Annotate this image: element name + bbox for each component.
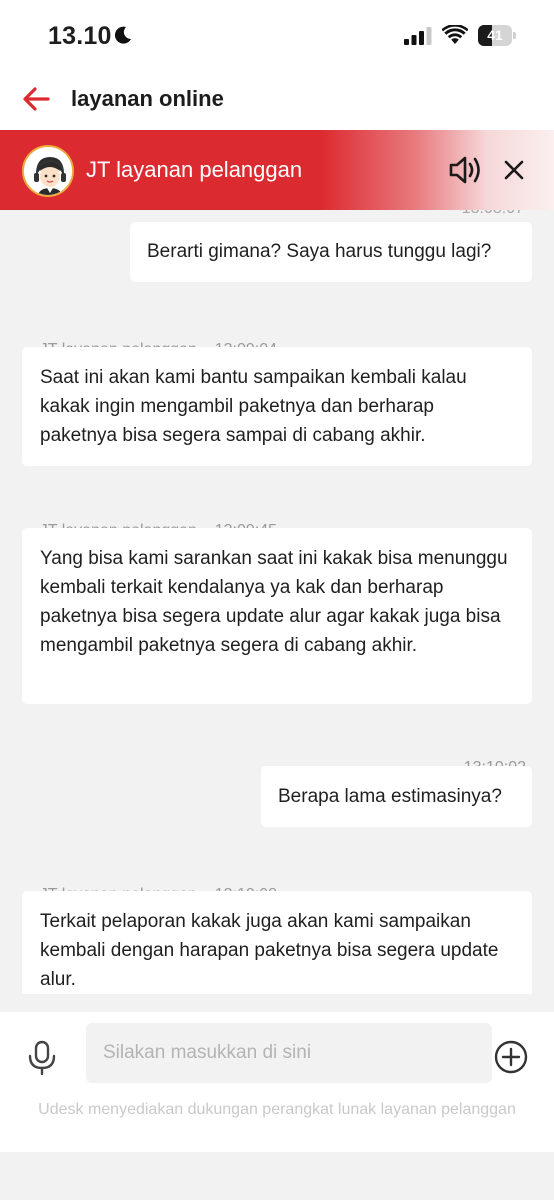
powered-by-note: Udesk menyediakan dukungan perangkat lun… bbox=[38, 1101, 516, 1118]
message-timestamp: 13:08:07 bbox=[462, 210, 524, 218]
speaker-icon[interactable] bbox=[448, 155, 484, 185]
battery-cap bbox=[513, 32, 516, 39]
battery-percent: 41 bbox=[487, 27, 503, 43]
page-title: layanan online bbox=[71, 86, 224, 111]
cellular-signal-icon bbox=[404, 27, 432, 45]
message-text: Yang bisa kami sarankan saat ini kakak b… bbox=[40, 548, 508, 656]
message-composer: Udesk menyediakan dukungan perangkat lun… bbox=[0, 1012, 554, 1152]
message-bubble-outgoing: Berapa lama estimasinya? bbox=[261, 766, 532, 827]
message-text: Terkait pelaporan kakak juga akan kami s… bbox=[40, 911, 499, 990]
microphone-icon[interactable] bbox=[27, 1040, 57, 1076]
message-bubble-incoming: Yang bisa kami sarankan saat ini kakak b… bbox=[22, 528, 532, 704]
message-input[interactable] bbox=[86, 1023, 492, 1083]
moon-icon bbox=[114, 26, 131, 44]
battery-body: 41 bbox=[478, 25, 512, 46]
status-time: 13.10 bbox=[48, 22, 112, 50]
agent-banner: JT layanan pelanggan bbox=[0, 130, 554, 210]
banner-title: JT layanan pelanggan bbox=[86, 157, 303, 182]
chat-thread[interactable]: 13:08:07 Berarti gimana? Saya harus tung… bbox=[0, 210, 554, 994]
message-text: Berapa lama estimasinya? bbox=[278, 786, 502, 807]
status-bar: 13.10 41 bbox=[0, 0, 554, 74]
message-bubble-incoming: Terkait pelaporan kakak juga akan kami s… bbox=[22, 891, 532, 994]
app-header: layanan online bbox=[0, 74, 554, 130]
close-icon[interactable] bbox=[502, 158, 526, 182]
message-text: Saat ini akan kami bantu sampaikan kemba… bbox=[40, 367, 467, 446]
battery-icon: 41 bbox=[478, 25, 516, 46]
message-bubble-incoming: Saat ini akan kami bantu sampaikan kemba… bbox=[22, 347, 532, 466]
message-bubble-outgoing: Berarti gimana? Saya harus tunggu lagi? bbox=[130, 222, 532, 282]
add-circle-icon[interactable] bbox=[494, 1040, 528, 1074]
agent-avatar-icon bbox=[22, 145, 74, 197]
wifi-icon bbox=[442, 25, 468, 44]
back-arrow-icon[interactable] bbox=[22, 86, 50, 112]
bottom-safe-area bbox=[0, 1152, 554, 1200]
message-text: Berarti gimana? Saya harus tunggu lagi? bbox=[147, 241, 492, 262]
